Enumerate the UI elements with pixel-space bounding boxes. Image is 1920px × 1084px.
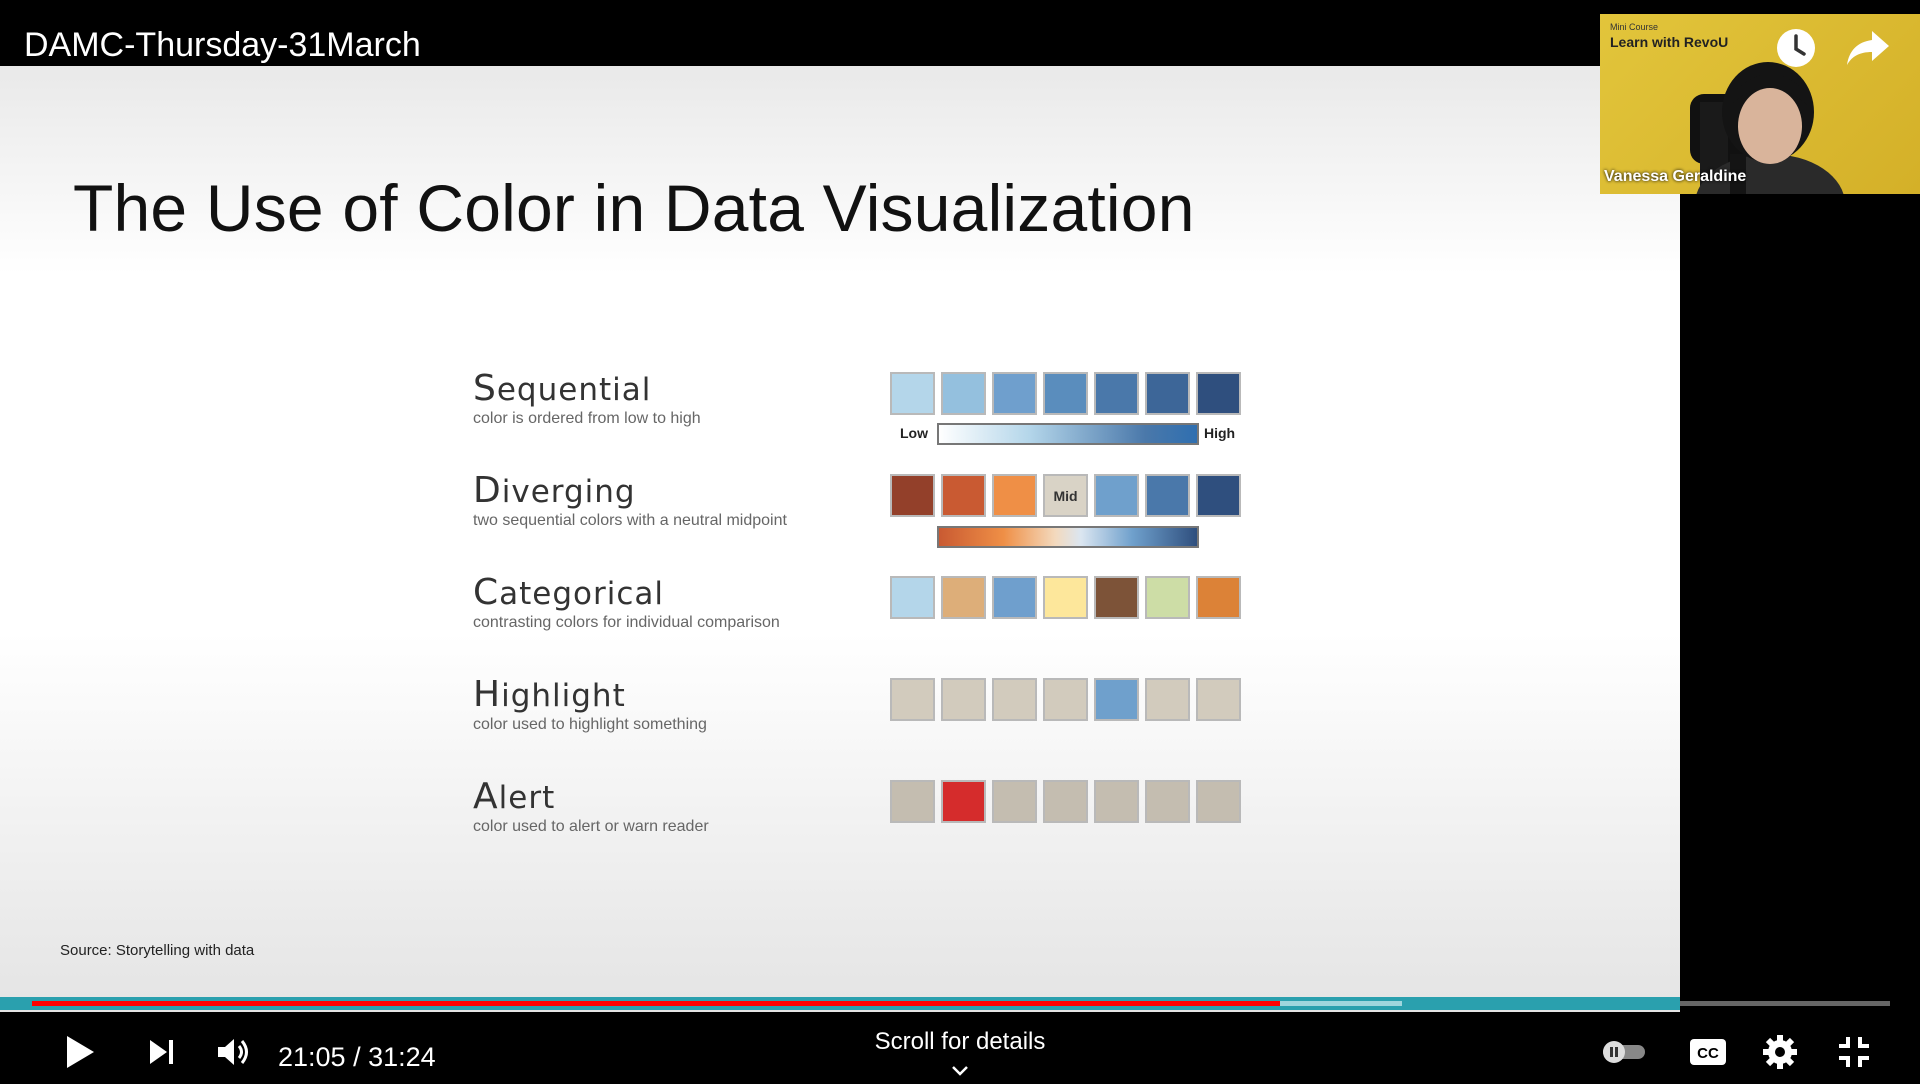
palette-row-diverging: Diverging two sequential colors with a n… [473,470,787,530]
palette-desc: contrasting colors for individual compar… [473,614,780,631]
cc-icon: CC [1690,1039,1726,1065]
swatch-row-highlight [890,678,1241,721]
color-swatch [1145,678,1190,721]
swatch-row-diverging: Mid [890,474,1241,517]
color-swatch [890,780,935,823]
palette-row-highlight: Highlight color used to highlight someth… [473,674,707,734]
color-swatch [941,780,986,823]
exit-fullscreen-button[interactable] [1832,1032,1876,1072]
color-swatch [941,372,986,415]
top-bar: DAMC-Thursday-31March [0,0,1600,66]
color-swatch [1196,678,1241,721]
palette-row-categorical: Categorical contrasting colors for indiv… [473,572,780,632]
presenter-name: Vanessa Geraldine [1604,168,1747,185]
palette-name: Sequential [473,368,652,409]
palette-row-sequential: Sequential color is ordered from low to … [473,368,701,428]
play-button[interactable] [58,1030,102,1074]
palette-name: Alert [473,776,556,817]
color-swatch [992,474,1037,517]
swatch-row-categorical [890,576,1241,619]
color-swatch [941,576,986,619]
color-swatch [992,780,1037,823]
color-swatch [1196,576,1241,619]
captions-button[interactable]: CC [1686,1032,1730,1072]
chevron-down-icon [952,1066,968,1076]
swatch-row-sequential [890,372,1241,415]
slide-title: The Use of Color in Data Visualization [73,171,1195,245]
color-swatch [1196,372,1241,415]
color-swatch [1145,372,1190,415]
slide: The Use of Color in Data Visualization S… [0,66,1680,1012]
color-swatch [890,576,935,619]
color-swatch [1043,576,1088,619]
color-swatch [1043,780,1088,823]
color-swatch [1145,474,1190,517]
color-swatch [1094,474,1139,517]
share-button[interactable] [1842,24,1894,72]
color-swatch [1094,372,1139,415]
color-swatch [890,474,935,517]
progress-track[interactable] [1680,1001,1890,1006]
palette-row-alert: Alert color used to alert or warn reader [473,776,709,836]
color-swatch [992,576,1037,619]
color-swatch [890,372,935,415]
color-swatch [1196,780,1241,823]
palette-desc: two sequential colors with a neutral mid… [473,512,787,529]
next-button[interactable] [142,1030,182,1074]
color-swatch [1043,372,1088,415]
video-player[interactable]: The Use of Color in Data Visualization S… [0,0,1920,1080]
time-display: 21:05 / 31:24 [278,1042,436,1072]
palette-desc: color used to alert or warn reader [473,818,709,835]
color-swatch [1145,780,1190,823]
scroll-for-details[interactable]: Scroll for details [860,1028,1060,1084]
gear-icon [1763,1035,1797,1069]
next-icon [150,1040,173,1064]
color-swatch [941,678,986,721]
palette-name: Diverging [473,470,636,511]
volume-button[interactable] [212,1030,256,1074]
color-swatch [992,372,1037,415]
autoplay-toggle-icon [1603,1041,1645,1063]
color-swatch [1043,678,1088,721]
clock-icon [1777,29,1815,67]
color-swatch [1094,678,1139,721]
color-swatch [1196,474,1241,517]
ramp-low-label: Low [900,425,928,441]
scroll-hint-label: Scroll for details [874,1028,1046,1055]
video-title[interactable]: DAMC-Thursday-31March [24,26,421,65]
color-swatch [1094,780,1139,823]
exit-fullscreen-icon [1839,1037,1869,1067]
svg-text:CC: CC [1697,1045,1719,1062]
palette-desc: color used to highlight something [473,716,707,733]
slide-source: Source: Storytelling with data [60,942,255,959]
play-icon [67,1036,94,1068]
palette-name: Highlight [473,674,626,715]
color-swatch [1094,576,1139,619]
progress-played[interactable] [32,1001,1280,1006]
sequential-gradient [937,423,1199,445]
autoplay-toggle[interactable] [1600,1032,1648,1072]
watch-later-button[interactable] [1772,24,1820,72]
color-swatch [890,678,935,721]
color-swatch [1145,576,1190,619]
palette-name: Categorical [473,572,665,613]
diverging-gradient [937,526,1199,548]
share-icon [1847,31,1889,65]
settings-button[interactable] [1758,1032,1802,1072]
color-swatch [992,678,1037,721]
ramp-high-label: High [1204,425,1236,441]
player-controls: 21:05 / 31:24 Scroll for details CC [0,1012,1920,1080]
swatch-row-alert [890,780,1241,823]
color-swatch-mid: Mid [1043,474,1088,517]
palette-desc: color is ordered from low to high [473,410,701,427]
volume-icon [218,1039,248,1065]
color-swatch [941,474,986,517]
